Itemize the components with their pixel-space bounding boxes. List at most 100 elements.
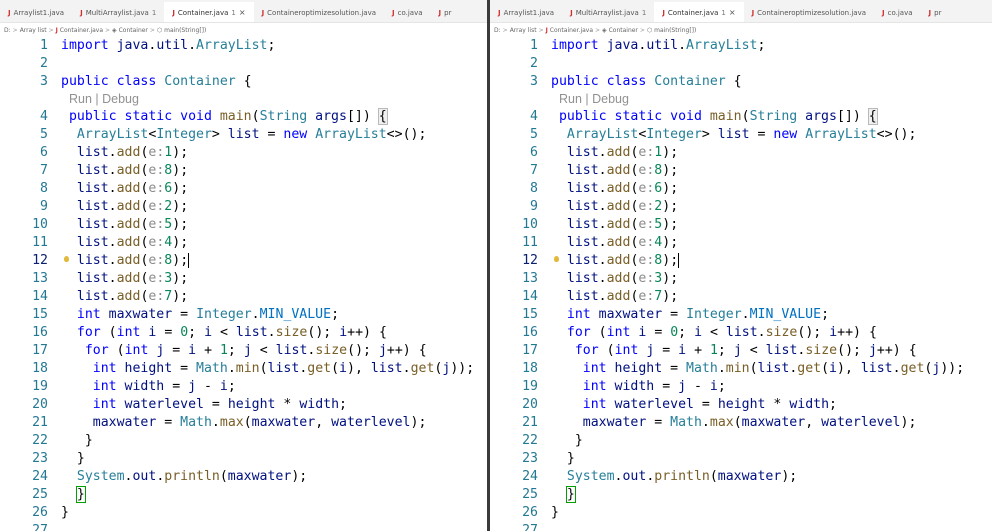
matched-bracket: } <box>75 486 86 503</box>
tab-label: pr <box>444 9 452 17</box>
inlay-parameter-hint: e: <box>148 181 165 196</box>
line-number: 18 <box>32 361 48 376</box>
close-icon[interactable]: × <box>239 8 246 17</box>
java-file-icon: J <box>261 9 265 17</box>
tab-bar: J Arraylist1.java J MultiArraylist.java 1 J Co… <box>0 0 487 23</box>
tab-containeroptimizesolution-java[interactable]: J Containeroptimizesolution.java <box>254 2 384 22</box>
java-file-icon: J <box>928 9 932 17</box>
tab-pr[interactable]: Jpr <box>431 2 460 22</box>
tab-pr[interactable]: Jpr <box>921 2 950 22</box>
line-number: 1 <box>40 38 48 53</box>
line-number: 3 <box>530 74 538 89</box>
code-text: list.add(e:7); <box>566 289 679 304</box>
java-file-icon: J <box>55 27 58 34</box>
code-line: 20 int waterlevel = height * width; <box>490 396 992 414</box>
breadcrumb-item[interactable]: D: <box>494 27 501 34</box>
line-number: 10 <box>32 217 48 232</box>
code-text: list.add(e:4); <box>76 235 189 250</box>
line-number: 16 <box>522 325 538 340</box>
tab-containeroptimizesolution-java[interactable]: J Containeroptimizesolution.java <box>744 2 874 22</box>
line-number: 12 <box>32 253 48 268</box>
tab-container-java[interactable]: J Container.java 1 × <box>654 2 744 22</box>
breadcrumb-item[interactable]: Container <box>609 27 638 34</box>
inlay-parameter-hint: e: <box>638 217 655 232</box>
code-text: } <box>84 433 93 448</box>
inlay-parameter-hint: e: <box>148 199 165 214</box>
line-number: 25 <box>32 487 48 502</box>
code-line: 3 public class Container { <box>0 73 487 91</box>
inlay-parameter-hint: e: <box>148 235 165 250</box>
line-number: 14 <box>32 289 48 304</box>
code-text: import java.util.ArrayList; <box>61 38 276 53</box>
matched-bracket: { <box>377 108 388 125</box>
breadcrumb-item[interactable]: main(String[]) <box>654 27 696 34</box>
line-number: 9 <box>530 199 538 214</box>
code-text: list.add(e:1); <box>566 145 679 160</box>
line-number: 23 <box>32 451 48 466</box>
code-text: } <box>566 451 575 466</box>
code-editor[interactable]: 1 import java.util.ArrayList; 2 3 public cla… <box>490 37 992 531</box>
line-number: 6 <box>40 145 48 160</box>
breadcrumb-item[interactable]: Container.java <box>550 27 593 34</box>
code-text: int height = Math.min(list.get(i), list.… <box>92 361 475 376</box>
tab-multiarraylist-java[interactable]: J MultiArraylist.java 1 <box>72 2 164 22</box>
code-text: list.add(e:2); <box>76 199 189 214</box>
codelens-run-debug[interactable]: Run | Debug <box>0 91 487 108</box>
code-text: int width = j - i; <box>92 379 236 394</box>
code-line: 14 list.add(e:7); <box>0 288 487 306</box>
code-text: maxwater = Math.max(maxwater, waterlevel… <box>582 415 917 430</box>
line-number: 2 <box>530 56 538 71</box>
code-line: 25 } <box>0 486 487 504</box>
code-line: 1 import java.util.ArrayList; <box>490 37 992 55</box>
line-number: 19 <box>32 379 48 394</box>
code-text: list.add(e:8); <box>76 163 189 178</box>
codelens-run-debug[interactable]: Run | Debug <box>490 91 992 108</box>
line-number: 15 <box>522 307 538 322</box>
inlay-parameter-hint: e: <box>638 145 655 160</box>
breadcrumb-item[interactable]: main(String[]) <box>164 27 206 34</box>
close-icon[interactable]: × <box>729 8 736 17</box>
line-number: 3 <box>40 74 48 89</box>
code-text: public static void main(String args[]) { <box>68 108 388 125</box>
line-number: 1 <box>530 38 538 53</box>
code-line: 26} <box>0 504 487 522</box>
code-text: } <box>61 505 69 520</box>
tab-problem-count: 1 <box>231 9 236 17</box>
code-line: 12 list.add(e:8); <box>490 252 992 270</box>
code-editor[interactable]: 1 import java.util.ArrayList; 2 3 public cla… <box>0 37 487 531</box>
line-number: 5 <box>530 127 538 142</box>
editor-group-left: J Arraylist1.java J MultiArraylist.java 1 J Co… <box>0 0 487 531</box>
tab-container-java[interactable]: J Container.java 1 × <box>164 2 254 22</box>
chevron-right-icon: > <box>48 27 54 34</box>
code-text: ArrayList<Integer> list = new ArrayList<… <box>566 127 917 142</box>
tab-label: co.java <box>887 9 913 17</box>
code-text: list.add(e:8); <box>76 252 190 268</box>
line-number: 13 <box>32 271 48 286</box>
code-line: 16 for (int i = 0; i < list.size(); i++)… <box>490 324 992 342</box>
line-number: 12 <box>522 253 538 268</box>
code-text: list.add(e:1); <box>76 145 189 160</box>
tab-arraylist1-java[interactable]: J Arraylist1.java <box>490 2 562 22</box>
chevron-right-icon: > <box>595 27 601 34</box>
java-file-icon: J <box>80 9 83 17</box>
code-line: 25 } <box>490 486 992 504</box>
tab-multiarraylist-java[interactable]: J MultiArraylist.java 1 <box>562 2 654 22</box>
tab-arraylist1-java[interactable]: J Arraylist1.java <box>0 2 72 22</box>
tab-co-java[interactable]: Jco.java <box>874 2 921 22</box>
code-text: public class Container { <box>61 74 252 89</box>
tab-label: MultiArraylist.java <box>575 9 639 17</box>
code-text: int height = Math.min(list.get(i), list.… <box>582 361 965 376</box>
breadcrumb-item[interactable]: Array list <box>20 27 47 34</box>
java-file-icon: J <box>662 9 665 17</box>
tab-co-java[interactable]: Jco.java <box>384 2 431 22</box>
line-number: 17 <box>32 343 48 358</box>
breadcrumb-item[interactable]: D: <box>4 27 11 34</box>
editor-window: J Arraylist1.java J MultiArraylist.java 1 J Co… <box>0 0 992 531</box>
code-text: list.add(e:8); <box>566 252 680 268</box>
line-number: 7 <box>40 163 48 178</box>
breadcrumb-item[interactable]: Container <box>119 27 148 34</box>
breadcrumb-item[interactable]: Array list <box>510 27 537 34</box>
line-number: 4 <box>530 109 538 124</box>
breadcrumb-item[interactable]: Container.java <box>60 27 103 34</box>
code-line: 5 ArrayList<Integer> list = new ArrayLis… <box>0 126 487 144</box>
